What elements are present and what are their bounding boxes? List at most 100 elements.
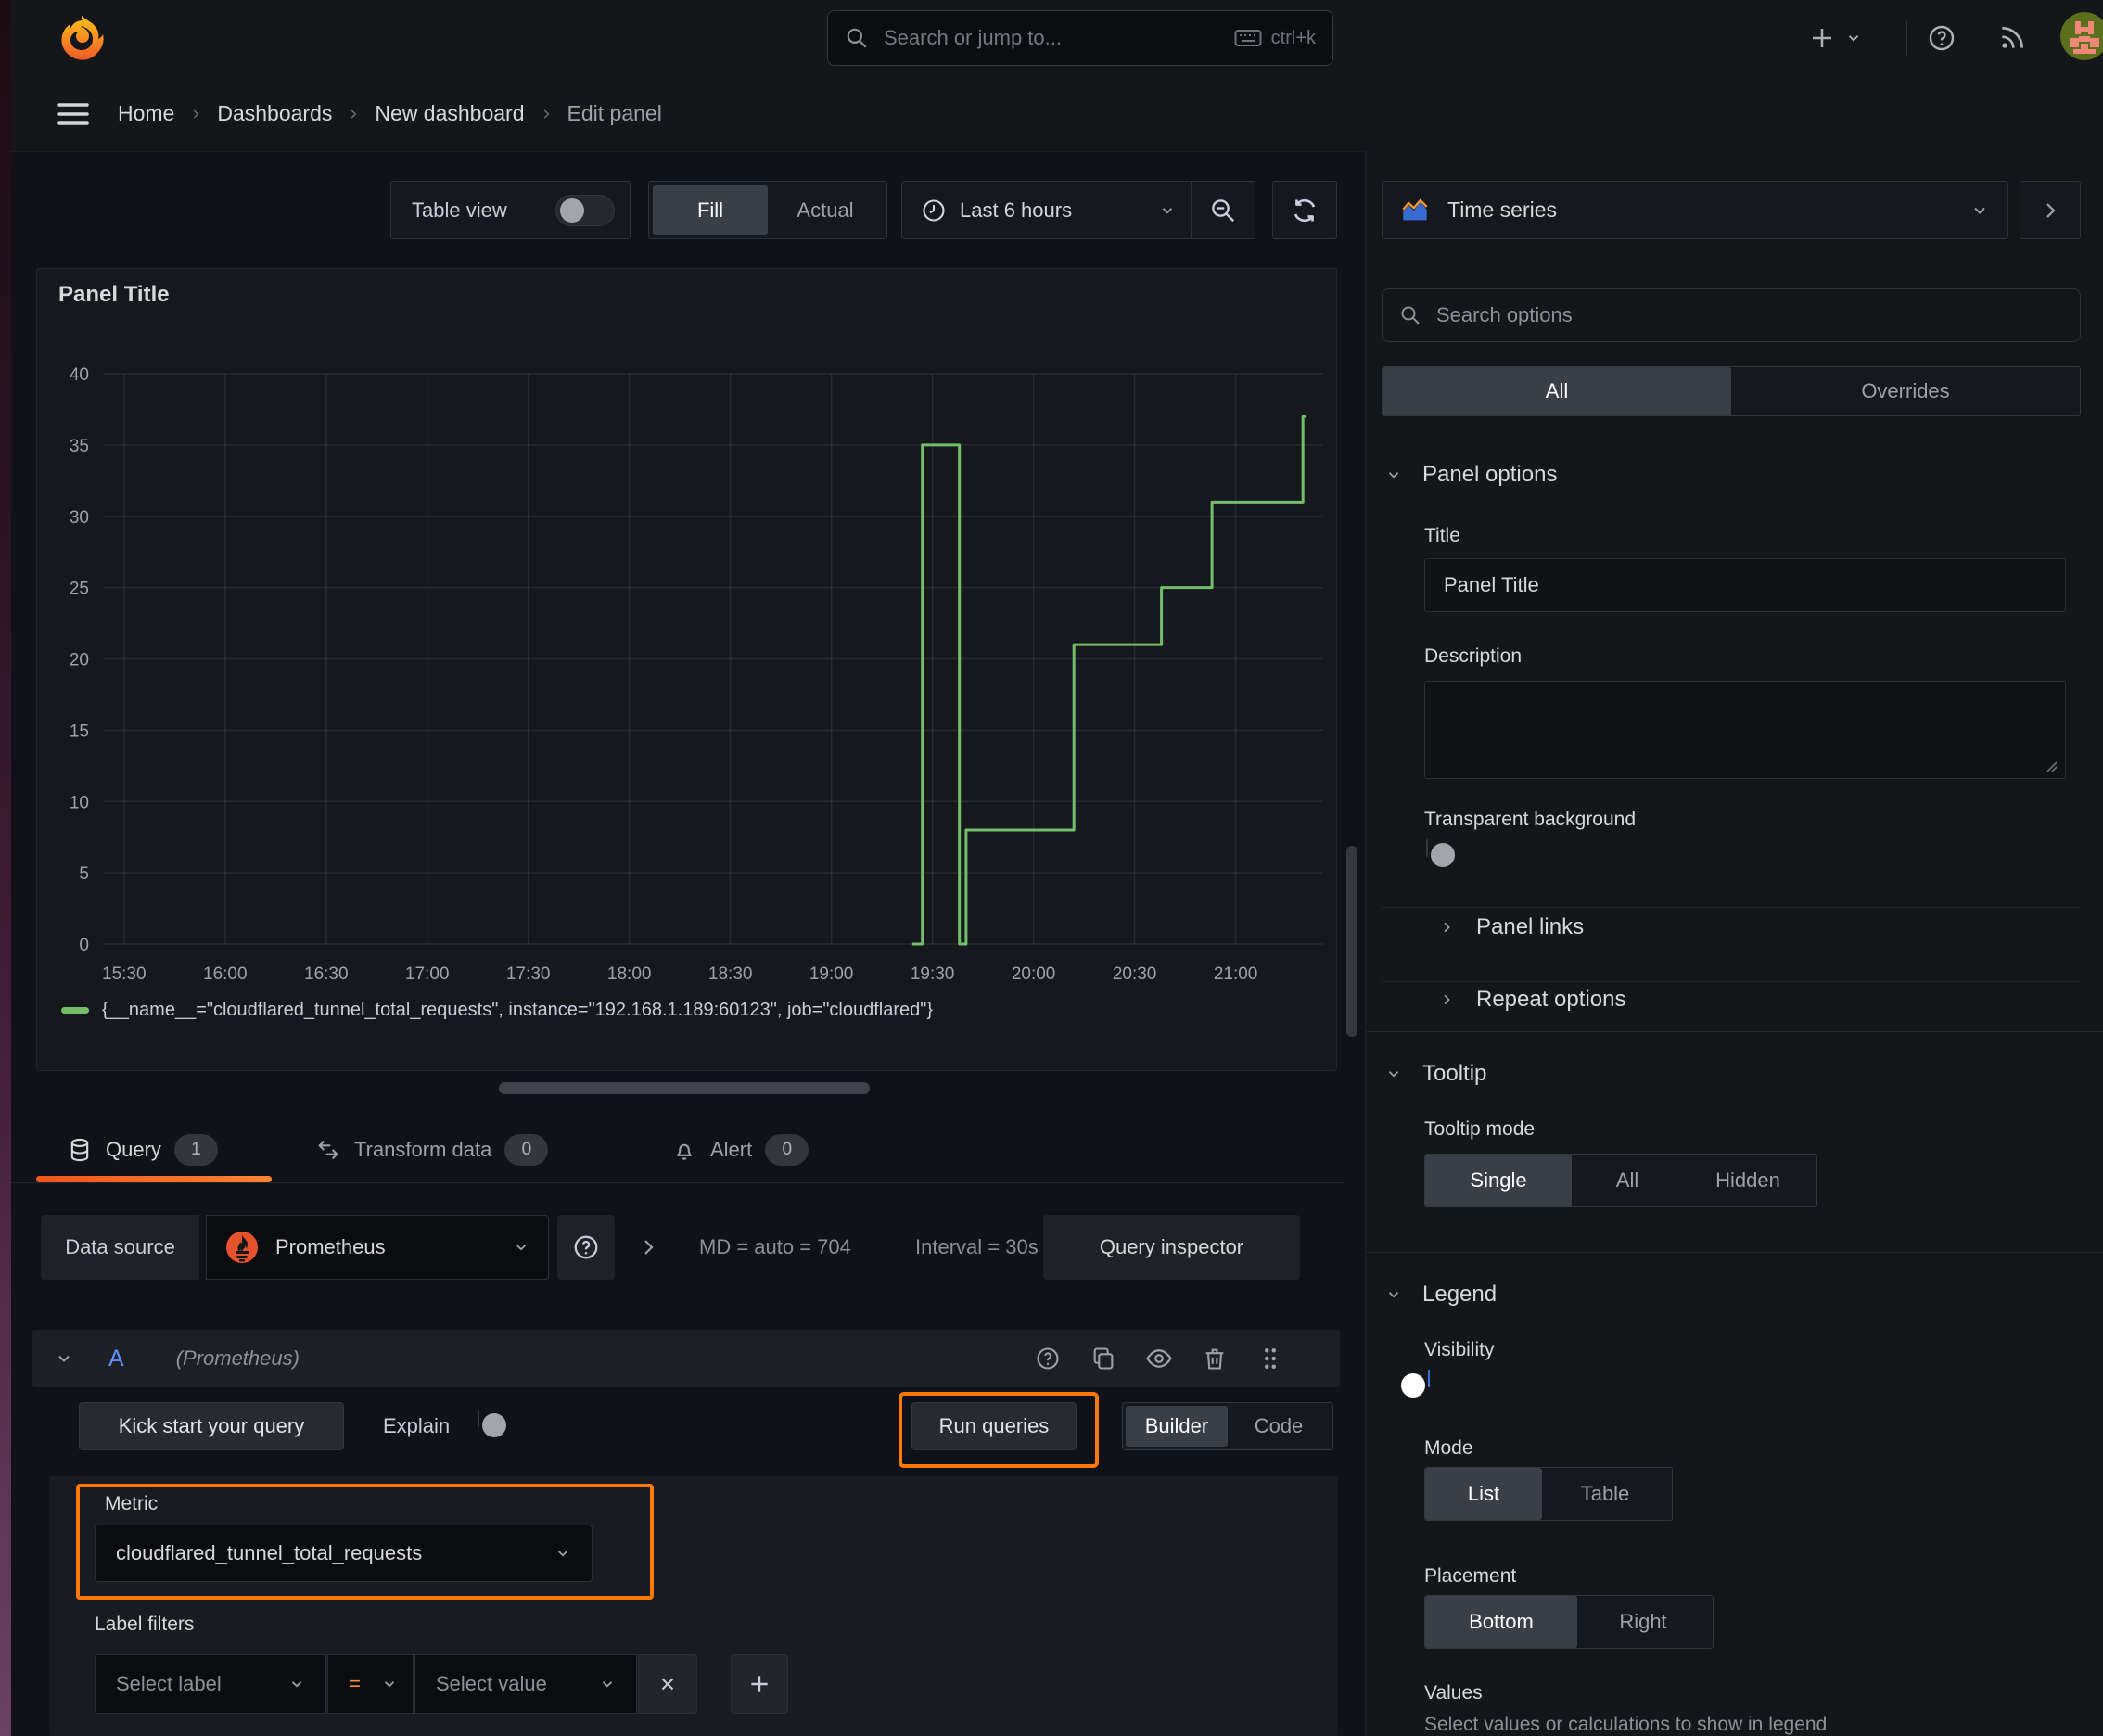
drag-handle-icon[interactable] bbox=[1256, 1345, 1284, 1372]
tooltip-section[interactable]: Tooltip bbox=[1385, 1061, 1486, 1087]
builder-code-switch: Builder Code bbox=[1122, 1402, 1333, 1450]
time-range-value: Last 6 hours bbox=[960, 198, 1073, 222]
svg-text:30: 30 bbox=[70, 508, 89, 528]
panel-links-section[interactable]: Panel links bbox=[1439, 914, 1584, 940]
panel-options-section[interactable]: Panel options bbox=[1385, 462, 1557, 488]
svg-text:16:00: 16:00 bbox=[203, 964, 248, 984]
chevron-down-icon bbox=[288, 1676, 305, 1692]
tooltip-mode-hidden[interactable]: Hidden bbox=[1683, 1155, 1813, 1206]
tab-all[interactable]: All bbox=[1383, 367, 1731, 415]
delete-query-icon[interactable] bbox=[1201, 1345, 1229, 1372]
select-value-dropdown[interactable]: Select value bbox=[414, 1654, 637, 1714]
query-help-icon[interactable] bbox=[1034, 1345, 1062, 1372]
title-label: Title bbox=[1424, 525, 1460, 546]
toggle-viz-pane-icon[interactable] bbox=[2020, 181, 2081, 239]
explain-toggle[interactable] bbox=[478, 1410, 506, 1437]
divider bbox=[1382, 981, 2081, 982]
fill-option[interactable]: Fill bbox=[653, 185, 768, 235]
table-view-label: Table view bbox=[412, 198, 507, 222]
tooltip-mode-all[interactable]: All bbox=[1572, 1155, 1683, 1206]
chevron-down-icon[interactable] bbox=[55, 1349, 73, 1368]
label-filters-label: Label filters bbox=[95, 1614, 195, 1635]
actual-option[interactable]: Actual bbox=[768, 185, 883, 235]
placement-right[interactable]: Right bbox=[1577, 1596, 1709, 1648]
datasource-label: Data source bbox=[41, 1215, 199, 1280]
time-range-picker[interactable]: Last 6 hours bbox=[902, 198, 1191, 223]
svg-text:0: 0 bbox=[79, 936, 89, 955]
query-datasource-hint: (Prometheus) bbox=[175, 1347, 300, 1370]
table-view-toggle[interactable] bbox=[555, 194, 615, 226]
editor-tabs: Query 1 Transform data 0 Alert 0 bbox=[11, 1117, 1343, 1183]
hide-query-icon[interactable] bbox=[1145, 1345, 1173, 1372]
options-search-input[interactable] bbox=[1434, 302, 2063, 328]
legend-visibility-toggle[interactable] bbox=[1401, 1370, 1430, 1398]
explain-label: Explain bbox=[383, 1414, 451, 1437]
select-label-dropdown[interactable]: Select label bbox=[95, 1654, 326, 1714]
chevron-down-icon bbox=[1385, 1286, 1402, 1303]
visualization-picker[interactable]: Time series bbox=[1382, 181, 2008, 239]
refresh-icon[interactable] bbox=[1272, 181, 1337, 239]
top-bar: ctrl+k bbox=[11, 0, 2103, 77]
horizontal-resize-handle[interactable] bbox=[499, 1082, 870, 1094]
add-filter-icon[interactable] bbox=[731, 1654, 788, 1714]
clock-icon bbox=[921, 198, 947, 223]
panel-title-input[interactable] bbox=[1424, 558, 2066, 612]
search-icon bbox=[845, 26, 869, 50]
kick-start-query-button[interactable]: Kick start your query bbox=[79, 1402, 344, 1450]
tooltip-mode-single[interactable]: Single bbox=[1425, 1155, 1572, 1206]
vertical-scrollbar[interactable] bbox=[1346, 846, 1357, 1037]
time-range-control: Last 6 hours bbox=[901, 181, 1255, 239]
options-search-box[interactable] bbox=[1382, 288, 2081, 342]
select-value-placeholder: Select value bbox=[436, 1672, 547, 1695]
tab-alert[interactable]: Alert 0 bbox=[671, 1117, 809, 1182]
table-view-control: Table view bbox=[390, 181, 631, 239]
menu-icon[interactable] bbox=[56, 99, 91, 129]
description-textarea[interactable] bbox=[1424, 681, 2066, 779]
add-menu-button[interactable] bbox=[1808, 19, 1888, 57]
legend-mode-list[interactable]: List bbox=[1425, 1468, 1542, 1520]
operator-dropdown[interactable]: = bbox=[327, 1654, 414, 1714]
datasource-help-icon[interactable] bbox=[557, 1215, 615, 1280]
help-icon[interactable] bbox=[1923, 19, 1960, 57]
query-row-header[interactable]: A (Prometheus) bbox=[32, 1330, 1340, 1387]
breadcrumb: Home Dashboards New dashboard Edit panel bbox=[118, 76, 662, 151]
query-inspector-button[interactable]: Query inspector bbox=[1043, 1215, 1300, 1280]
breadcrumb-edit-panel: Edit panel bbox=[567, 101, 662, 125]
metric-select[interactable]: cloudflared_tunnel_total_requests bbox=[95, 1525, 593, 1582]
expand-row-icon[interactable] bbox=[634, 1233, 662, 1261]
news-rss-icon[interactable] bbox=[1994, 19, 2031, 57]
repeat-options-section[interactable]: Repeat options bbox=[1439, 987, 1625, 1013]
remove-filter-icon[interactable] bbox=[638, 1654, 697, 1714]
code-option[interactable]: Code bbox=[1228, 1406, 1330, 1447]
global-search-input[interactable] bbox=[882, 25, 1221, 51]
tab-transform[interactable]: Transform data 0 bbox=[315, 1117, 549, 1182]
legend-values-help: Select values or calculations to show in… bbox=[1424, 1714, 1828, 1735]
transparent-background-toggle[interactable] bbox=[1426, 839, 1455, 867]
grafana-logo-icon[interactable] bbox=[59, 14, 106, 62]
chevron-down-icon bbox=[1970, 201, 1989, 220]
placement-bottom[interactable]: Bottom bbox=[1425, 1596, 1577, 1648]
duplicate-query-icon[interactable] bbox=[1090, 1345, 1117, 1372]
chevron-down-icon bbox=[381, 1676, 398, 1692]
builder-option[interactable]: Builder bbox=[1126, 1406, 1228, 1447]
chart-legend[interactable]: {__name__="cloudflared_tunnel_total_requ… bbox=[61, 1000, 933, 1021]
legend-header: Legend bbox=[1422, 1282, 1498, 1307]
svg-text:25: 25 bbox=[70, 580, 89, 599]
tooltip-mode-label: Tooltip mode bbox=[1424, 1118, 1536, 1140]
tab-overrides[interactable]: Overrides bbox=[1731, 367, 2080, 415]
legend-mode-table[interactable]: Table bbox=[1542, 1468, 1668, 1520]
timeseries-chart: 0 5 10 15 20 25 30 35 40 15:30 16:00 16:30 17:00 17:3… bbox=[70, 365, 1323, 984]
svg-text:20:30: 20:30 bbox=[1113, 964, 1157, 984]
chevron-down-icon bbox=[599, 1676, 616, 1692]
breadcrumb-new-dashboard[interactable]: New dashboard bbox=[375, 101, 524, 126]
breadcrumb-dashboards[interactable]: Dashboards bbox=[217, 101, 332, 126]
global-search-box[interactable]: ctrl+k bbox=[827, 10, 1333, 66]
datasource-picker[interactable]: Prometheus bbox=[206, 1215, 549, 1280]
tab-query[interactable]: Query 1 bbox=[67, 1117, 218, 1182]
run-queries-button[interactable]: Run queries bbox=[911, 1402, 1077, 1450]
zoom-out-icon[interactable] bbox=[1192, 182, 1255, 238]
svg-text:40: 40 bbox=[70, 365, 89, 385]
user-avatar[interactable] bbox=[2060, 12, 2103, 60]
legend-section[interactable]: Legend bbox=[1385, 1282, 1497, 1308]
breadcrumb-home[interactable]: Home bbox=[118, 101, 174, 126]
